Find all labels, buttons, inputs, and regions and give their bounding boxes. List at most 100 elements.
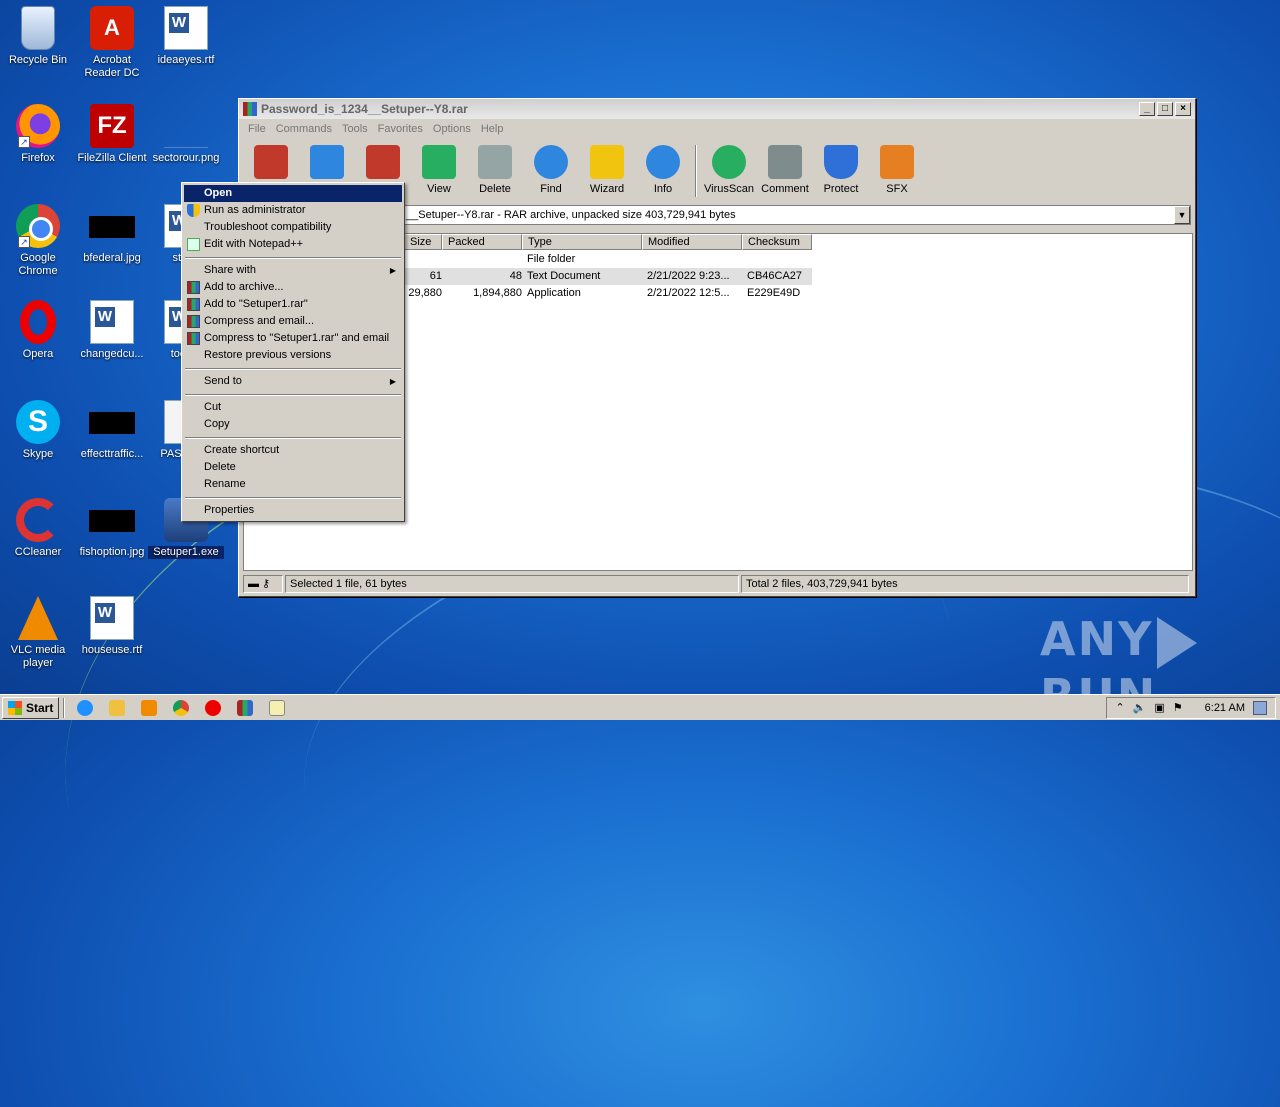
start-button[interactable]: Start	[2, 696, 60, 719]
desktop-icon-acrobat[interactable]: A Acrobat Reader DC	[74, 6, 150, 80]
desktop-icon-chrome[interactable]: ↗ Google Chrome	[0, 204, 76, 278]
desktop-icon-changedcu[interactable]: W changedcu...	[74, 300, 150, 361]
acrobat-icon: A	[90, 6, 134, 50]
cell-packed: 1,894,880	[473, 287, 522, 299]
menu-item-compress-email[interactable]: Compress and email...	[184, 313, 402, 330]
extract-icon	[310, 145, 344, 179]
menu-item-troubleshoot[interactable]: Troubleshoot compatibility	[184, 219, 402, 236]
menu-item-send-to[interactable]: Send to ▶	[184, 373, 402, 390]
action-center-flag-icon[interactable]: ⚑	[1173, 701, 1183, 714]
menu-help[interactable]: Help	[476, 123, 509, 135]
taskbar-media-player-button[interactable]	[137, 697, 161, 719]
taskbar-chrome-button[interactable]	[169, 697, 193, 719]
toolbar-find-button[interactable]: Find	[523, 141, 579, 201]
desktop-icon-vlc[interactable]: VLC media player	[0, 596, 76, 670]
comment-icon	[768, 145, 802, 179]
desktop-icon-fishoption[interactable]: fishoption.jpg	[74, 498, 150, 559]
toolbar-separator	[695, 145, 697, 197]
taskbar-winrar-button[interactable]	[233, 697, 257, 719]
menu-item-rename[interactable]: Rename	[184, 476, 402, 493]
column-header-packed[interactable]: Packed	[442, 234, 522, 250]
cell-type: File folder	[527, 253, 576, 265]
cell-type: Text Document	[527, 270, 601, 282]
menu-item-create-shortcut[interactable]: Create shortcut	[184, 442, 402, 459]
desktop-icon-filezilla[interactable]: FZ FileZilla Client	[74, 104, 150, 165]
protect-icon	[824, 145, 858, 179]
test-icon	[366, 145, 400, 179]
archive-path: __Setuper--Y8.rar - RAR archive, unpacke…	[406, 209, 736, 221]
desktop-icon-skype[interactable]: S Skype	[0, 400, 76, 461]
minimize-button[interactable]: _	[1139, 102, 1155, 116]
desktop-icon-firefox[interactable]: ↗ Firefox	[0, 104, 76, 165]
winrar-icon	[187, 298, 200, 311]
menu-item-run-as-admin[interactable]: Run as administrator	[184, 202, 402, 219]
taskbar-opera-button[interactable]	[201, 697, 225, 719]
menu-item-restore-versions[interactable]: Restore previous versions	[184, 347, 402, 364]
menu-item-properties[interactable]: Properties	[184, 502, 402, 519]
desktop-icon-ccleaner[interactable]: CCleaner	[0, 498, 76, 559]
toolbar-sfx-button[interactable]: SFX	[869, 141, 925, 201]
desktop-icon-label: ideaeyes.rtf	[157, 54, 215, 66]
filezilla-icon: FZ	[90, 104, 134, 148]
title-bar[interactable]: Password_is_1234__Setuper--Y8.rar _ □ ×	[239, 99, 1195, 119]
menu-item-add-to-rar[interactable]: Add to "Setuper1.rar"	[184, 296, 402, 313]
menu-item-edit-notepadpp[interactable]: Edit with Notepad++	[184, 236, 402, 253]
cell-checksum: E229E49D	[747, 287, 801, 299]
maximize-button[interactable]: □	[1157, 102, 1173, 116]
column-header-type[interactable]: Type	[522, 234, 642, 250]
column-header-checksum[interactable]: Checksum	[742, 234, 812, 250]
desktop-icon-recycle-bin[interactable]: Recycle Bin	[0, 6, 76, 67]
system-tray: ⌃ 🔈 ▣ ⚑ 6:21 AM	[1106, 696, 1276, 719]
menu-file[interactable]: File	[243, 123, 271, 135]
status-selected: Selected 1 file, 61 bytes	[285, 575, 739, 593]
cell-type: Application	[527, 287, 581, 299]
desktop-icon-bfederal[interactable]: bfederal.jpg	[74, 204, 150, 265]
network-icon[interactable]: ▣	[1154, 701, 1164, 714]
word-document-icon: W	[90, 300, 134, 344]
clock[interactable]: 6:21 AM	[1205, 702, 1245, 714]
menu-commands[interactable]: Commands	[271, 123, 337, 135]
volume-icon[interactable]: 🔈	[1133, 701, 1147, 714]
menu-tools[interactable]: Tools	[337, 123, 373, 135]
show-hidden-icons-icon[interactable]: ⌃	[1115, 701, 1124, 714]
menu-favorites[interactable]: Favorites	[373, 123, 428, 135]
toolbar-info-button[interactable]: Info	[635, 141, 691, 201]
menu-options[interactable]: Options	[428, 123, 476, 135]
desktop-icon-sectorour[interactable]: sectorour.png	[148, 104, 224, 165]
column-header-size[interactable]: Size	[404, 234, 442, 250]
menu-item-compress-rar-email[interactable]: Compress to "Setuper1.rar" and email	[184, 330, 402, 347]
menu-item-open[interactable]: Open	[184, 185, 402, 202]
taskbar-explorer-button[interactable]	[105, 697, 129, 719]
add-icon	[254, 145, 288, 179]
word-document-icon: W	[90, 596, 134, 640]
toolbar-delete-button[interactable]: Delete	[467, 141, 523, 201]
desktop-icon-ideaeyes[interactable]: W ideaeyes.rtf	[148, 6, 224, 67]
menu-item-copy[interactable]: Copy	[184, 416, 402, 433]
menu-item-delete[interactable]: Delete	[184, 459, 402, 476]
menu-item-add-to-archive[interactable]: Add to archive...	[184, 279, 402, 296]
toolbar-view-button[interactable]: View	[411, 141, 467, 201]
drive-icon[interactable]: ▬ ⚷	[243, 575, 283, 593]
desktop-icon-effecttraffic[interactable]: effecttraffic...	[74, 400, 150, 461]
show-desktop-button[interactable]	[1253, 700, 1267, 715]
chevron-down-icon[interactable]: ▼	[1174, 206, 1190, 224]
menu-item-cut[interactable]: Cut	[184, 399, 402, 416]
desktop-icon-label: Google Chrome	[18, 252, 58, 277]
toolbar-comment-button[interactable]: Comment	[757, 141, 813, 201]
status-total: Total 2 files, 403,729,941 bytes	[741, 575, 1189, 593]
play-icon	[1157, 616, 1198, 669]
toolbar-virusscan-button[interactable]: VirusScan	[701, 141, 757, 201]
desktop-icon-opera[interactable]: Opera	[0, 300, 76, 361]
toolbar-protect-button[interactable]: Protect	[813, 141, 869, 201]
desktop-icon-label: FileZilla Client	[77, 152, 147, 164]
taskbar-ie-button[interactable]	[73, 697, 97, 719]
delete-icon	[478, 145, 512, 179]
column-header-modified[interactable]: Modified	[642, 234, 742, 250]
desktop-icon-label: sectorour.png	[152, 152, 220, 164]
desktop-icon-houseuse[interactable]: W houseuse.rtf	[74, 596, 150, 657]
close-button[interactable]: ×	[1175, 102, 1191, 116]
toolbar-wizard-button[interactable]: Wizard	[579, 141, 635, 201]
menu-item-share-with[interactable]: Share with ▶	[184, 262, 402, 279]
taskbar-notepad-button[interactable]	[265, 697, 289, 719]
menu-separator	[184, 390, 402, 399]
